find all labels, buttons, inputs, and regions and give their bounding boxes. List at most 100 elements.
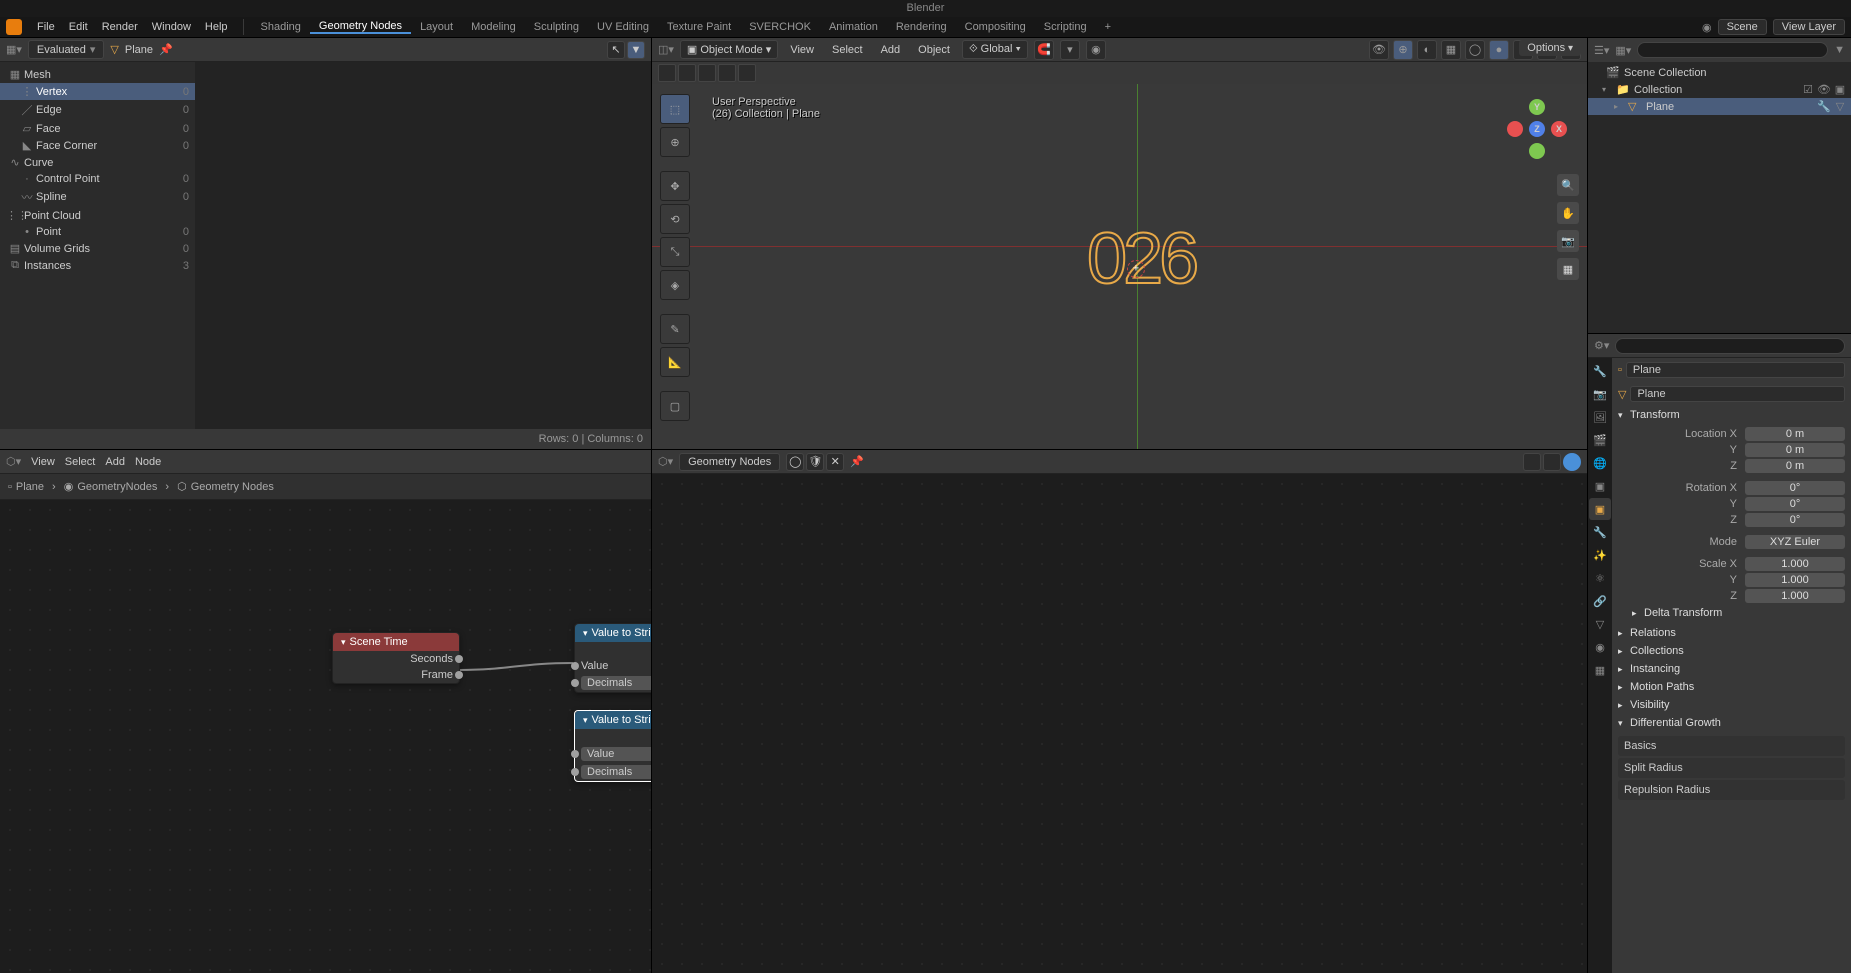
ne-icon[interactable]	[1523, 453, 1541, 471]
loc-x[interactable]: 0 m	[1745, 427, 1845, 441]
tab-physics[interactable]: ⚛	[1589, 567, 1611, 589]
tab-constraints[interactable]: 🔗	[1589, 590, 1611, 612]
crumb-modifier[interactable]: ◉ GeometryNodes	[64, 480, 158, 493]
zoom-icon[interactable]: 🔍	[1557, 174, 1579, 196]
panel-collections[interactable]: ▸Collections	[1612, 642, 1851, 660]
tab-collection[interactable]: ▣	[1589, 475, 1611, 497]
menu-file[interactable]: File	[30, 21, 62, 33]
tab-modifiers[interactable]: 🔧	[1589, 521, 1611, 543]
rotate-tool[interactable]: ⟲	[660, 204, 690, 234]
props-search[interactable]	[1615, 338, 1845, 354]
ne-icon[interactable]	[1543, 453, 1561, 471]
tree-item-point[interactable]: •Point0	[0, 224, 195, 240]
tab-viewlayer[interactable]: 🖼	[1589, 406, 1611, 428]
arrow-icon[interactable]: ↖	[607, 41, 625, 59]
node-value-to-string-1[interactable]: ▾Value to String String Value Decimals0	[574, 623, 651, 693]
ne-menu-view[interactable]: View	[31, 456, 55, 468]
scale-y[interactable]: 1.000	[1745, 573, 1845, 587]
view-layer-field[interactable]: View Layer	[1773, 19, 1845, 35]
panel-delta[interactable]: ▸Delta Transform	[1618, 604, 1845, 622]
loc-y[interactable]: 0 m	[1745, 443, 1845, 457]
tab-object[interactable]: ▣	[1589, 498, 1611, 520]
editor-type-icon[interactable]: ⬡▾	[658, 455, 673, 468]
menu-render[interactable]: Render	[95, 21, 145, 33]
ne-menu-node[interactable]: Node	[135, 456, 161, 468]
select-mode-icon[interactable]	[658, 64, 676, 82]
annotate-tool[interactable]: ✎	[660, 314, 690, 344]
panel-motionpaths[interactable]: ▸Motion Paths	[1612, 678, 1851, 696]
overlay2-icon[interactable]: ◐	[1417, 40, 1437, 60]
editor-type-icon[interactable]: ⚙▾	[1594, 339, 1609, 352]
add-workspace[interactable]: +	[1096, 21, 1120, 33]
select-tool[interactable]: ⬚	[660, 94, 690, 124]
shading-wire[interactable]: ◯	[1465, 40, 1485, 60]
workspace-tab[interactable]: Animation	[820, 21, 887, 33]
addcube-tool[interactable]: ▢	[660, 391, 690, 421]
menu-help[interactable]: Help	[198, 21, 235, 33]
tree-item-spline[interactable]: 〰Spline0	[0, 187, 195, 207]
panel-visibility[interactable]: ▸Visibility	[1612, 696, 1851, 714]
loc-z[interactable]: 0 m	[1745, 459, 1845, 473]
scale-z[interactable]: 1.000	[1745, 589, 1845, 603]
tree-cat-volume[interactable]: ▤Volume Grids0	[0, 240, 195, 257]
blender-logo[interactable]	[6, 19, 22, 35]
display-mode-icon[interactable]: ▦▾	[1615, 44, 1631, 57]
tree-item-vertex[interactable]: ⋮Vertex0	[0, 83, 195, 100]
scene-name-field[interactable]: Scene	[1718, 19, 1767, 35]
snap-dropdown[interactable]: ▾	[1060, 40, 1080, 60]
vp-menu-object[interactable]: Object	[912, 44, 956, 56]
workspace-tab[interactable]: Scripting	[1035, 21, 1096, 33]
rot-x[interactable]: 0°	[1745, 481, 1845, 495]
tab-render[interactable]: 🔧	[1589, 360, 1611, 382]
tree-cat-curve[interactable]: ∿Curve	[0, 154, 195, 171]
workspace-tab[interactable]: Texture Paint	[658, 21, 740, 33]
crumb-group[interactable]: ⬡ Geometry Nodes	[177, 480, 274, 493]
options-dropdown[interactable]: Options ▾	[1519, 40, 1581, 56]
transform-tool[interactable]: ◈	[660, 270, 690, 300]
ne-icon[interactable]	[1563, 453, 1581, 471]
repulsion-radius[interactable]: Repulsion Radius	[1618, 780, 1845, 800]
close-icon[interactable]: ✕	[826, 453, 844, 471]
pin-icon[interactable]: 📌	[159, 43, 173, 56]
object-name[interactable]: Plane	[125, 44, 153, 56]
workspace-tab[interactable]: Modeling	[462, 21, 525, 33]
orientation-dropdown[interactable]: ⟐ Global ▾	[962, 40, 1028, 59]
outliner-search[interactable]	[1637, 42, 1828, 58]
data-crumb[interactable]: Plane	[1630, 386, 1845, 402]
tree-item-facecorner[interactable]: ◣Face Corner0	[0, 137, 195, 154]
pin-icon[interactable]: 📌	[850, 455, 864, 468]
xray-icon[interactable]: ▦	[1441, 40, 1461, 60]
tree-item-face[interactable]: ▱Face0	[0, 120, 195, 137]
workspace-tab[interactable]: UV Editing	[588, 21, 658, 33]
node-canvas[interactable]: ▾Scene Time Seconds Frame ▾Value to Stri…	[0, 500, 651, 973]
panel-diffgrowth[interactable]: ▾Differential Growth	[1612, 714, 1851, 732]
nodegroup-name[interactable]: Geometry Nodes	[679, 453, 780, 471]
measure-tool[interactable]: 📐	[660, 347, 690, 377]
nav-gizmo[interactable]: Y X Z	[1507, 99, 1567, 159]
workspace-tab-active[interactable]: Geometry Nodes	[310, 20, 411, 34]
tree-item-edge[interactable]: ／Edge0	[0, 100, 195, 120]
filter-icon[interactable]: ▼	[1834, 44, 1845, 56]
mode-dropdown[interactable]: ▣ Object Mode ▾	[680, 40, 778, 59]
camera-icon[interactable]: 📷	[1557, 230, 1579, 252]
split-radius[interactable]: Split Radius	[1618, 758, 1845, 778]
tab-texture[interactable]: ▦	[1589, 659, 1611, 681]
workspace-tab[interactable]: SVERCHOK	[740, 21, 820, 33]
workspace-tab[interactable]: Sculpting	[525, 21, 588, 33]
vp-menu-add[interactable]: Add	[875, 44, 907, 56]
scale-tool[interactable]: ⤡	[660, 237, 690, 267]
panel-instancing[interactable]: ▸Instancing	[1612, 660, 1851, 678]
editor-type-icon[interactable]: ◫▾	[658, 43, 674, 56]
scale-x[interactable]: 1.000	[1745, 557, 1845, 571]
rot-y[interactable]: 0°	[1745, 497, 1845, 511]
panel-relations[interactable]: ▸Relations	[1612, 624, 1851, 642]
editor-type-icon[interactable]: ⬡▾	[6, 455, 21, 468]
workspace-tab[interactable]: Rendering	[887, 21, 956, 33]
outliner-collection[interactable]: ▾📁Collection☑👁▣	[1588, 81, 1851, 98]
editor-type-icon[interactable]: ☰▾	[1594, 44, 1609, 57]
workspace-tab[interactable]: Compositing	[956, 21, 1035, 33]
tree-item-cp[interactable]: ·Control Point0	[0, 171, 195, 187]
select-mode-icon[interactable]	[678, 64, 696, 82]
outliner-scene[interactable]: 🎬Scene Collection	[1588, 64, 1851, 81]
node-value-to-string-2[interactable]: ▾Value to String String Value0.000 Decim…	[574, 710, 651, 782]
